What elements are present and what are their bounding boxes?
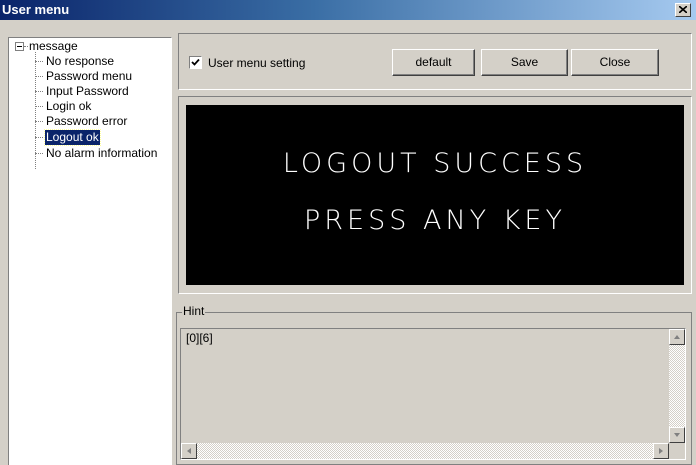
arrow-down-icon <box>674 433 680 437</box>
tree-connector <box>35 106 43 107</box>
save-button[interactable]: Save <box>481 49 568 76</box>
tree-item-label: Password menu <box>46 69 133 83</box>
hint-textarea[interactable]: [0][6] <box>180 328 686 460</box>
window-close-button[interactable] <box>675 3 691 17</box>
tree-item-label: Password error <box>46 114 128 128</box>
arrow-up-icon <box>674 335 680 339</box>
tree-item-label: Input Password <box>46 84 129 98</box>
close-button[interactable]: Close <box>571 49 659 76</box>
tree-connector-line <box>35 52 36 169</box>
tree-item-label: No response <box>46 54 115 68</box>
display-line-1: LOGOUT SUCCESS <box>282 148 588 179</box>
checkmark-icon <box>191 58 200 66</box>
hint-label: Hint <box>182 304 206 318</box>
scroll-left-button[interactable] <box>181 443 197 459</box>
display-line-2: PRESS ANY KEY <box>304 205 566 236</box>
window-title: User menu <box>2 2 70 17</box>
hint-text: [0][6] <box>186 331 213 345</box>
default-button[interactable]: default <box>392 49 475 76</box>
title-bar[interactable]: User menu <box>0 0 696 20</box>
tree-node-label: message <box>29 39 78 53</box>
vertical-scrollbar[interactable] <box>669 329 685 443</box>
close-icon <box>679 6 687 13</box>
tree-connector <box>35 76 43 77</box>
user-menu-window: User menu message No response Password m… <box>0 0 696 465</box>
tree-connector <box>35 61 43 62</box>
tree-item-label: Login ok <box>46 99 92 113</box>
message-tree[interactable]: message No response Password menu Input … <box>8 37 172 465</box>
scroll-right-button[interactable] <box>653 443 669 459</box>
scroll-down-button[interactable] <box>669 427 685 443</box>
tree-item-label: No alarm information <box>46 146 158 160</box>
tree-connector <box>35 91 43 92</box>
collapse-icon[interactable] <box>15 42 24 51</box>
arrow-left-icon <box>187 448 191 454</box>
scroll-corner <box>669 443 685 459</box>
tree-connector <box>35 137 43 138</box>
tree-connector <box>35 153 43 154</box>
user-menu-setting-checkbox[interactable] <box>189 56 202 69</box>
settings-panel: User menu setting default Save Close <box>178 33 692 90</box>
arrow-right-icon <box>659 448 663 454</box>
tree-item-label: Logout ok <box>44 129 101 146</box>
horizontal-scrollbar[interactable] <box>181 443 669 459</box>
user-menu-setting-label[interactable]: User menu setting <box>208 56 305 70</box>
lcd-display: LOGOUT SUCCESS PRESS ANY KEY <box>186 105 684 285</box>
tree-connector <box>24 46 28 47</box>
tree-connector <box>35 121 43 122</box>
scroll-up-button[interactable] <box>669 329 685 345</box>
